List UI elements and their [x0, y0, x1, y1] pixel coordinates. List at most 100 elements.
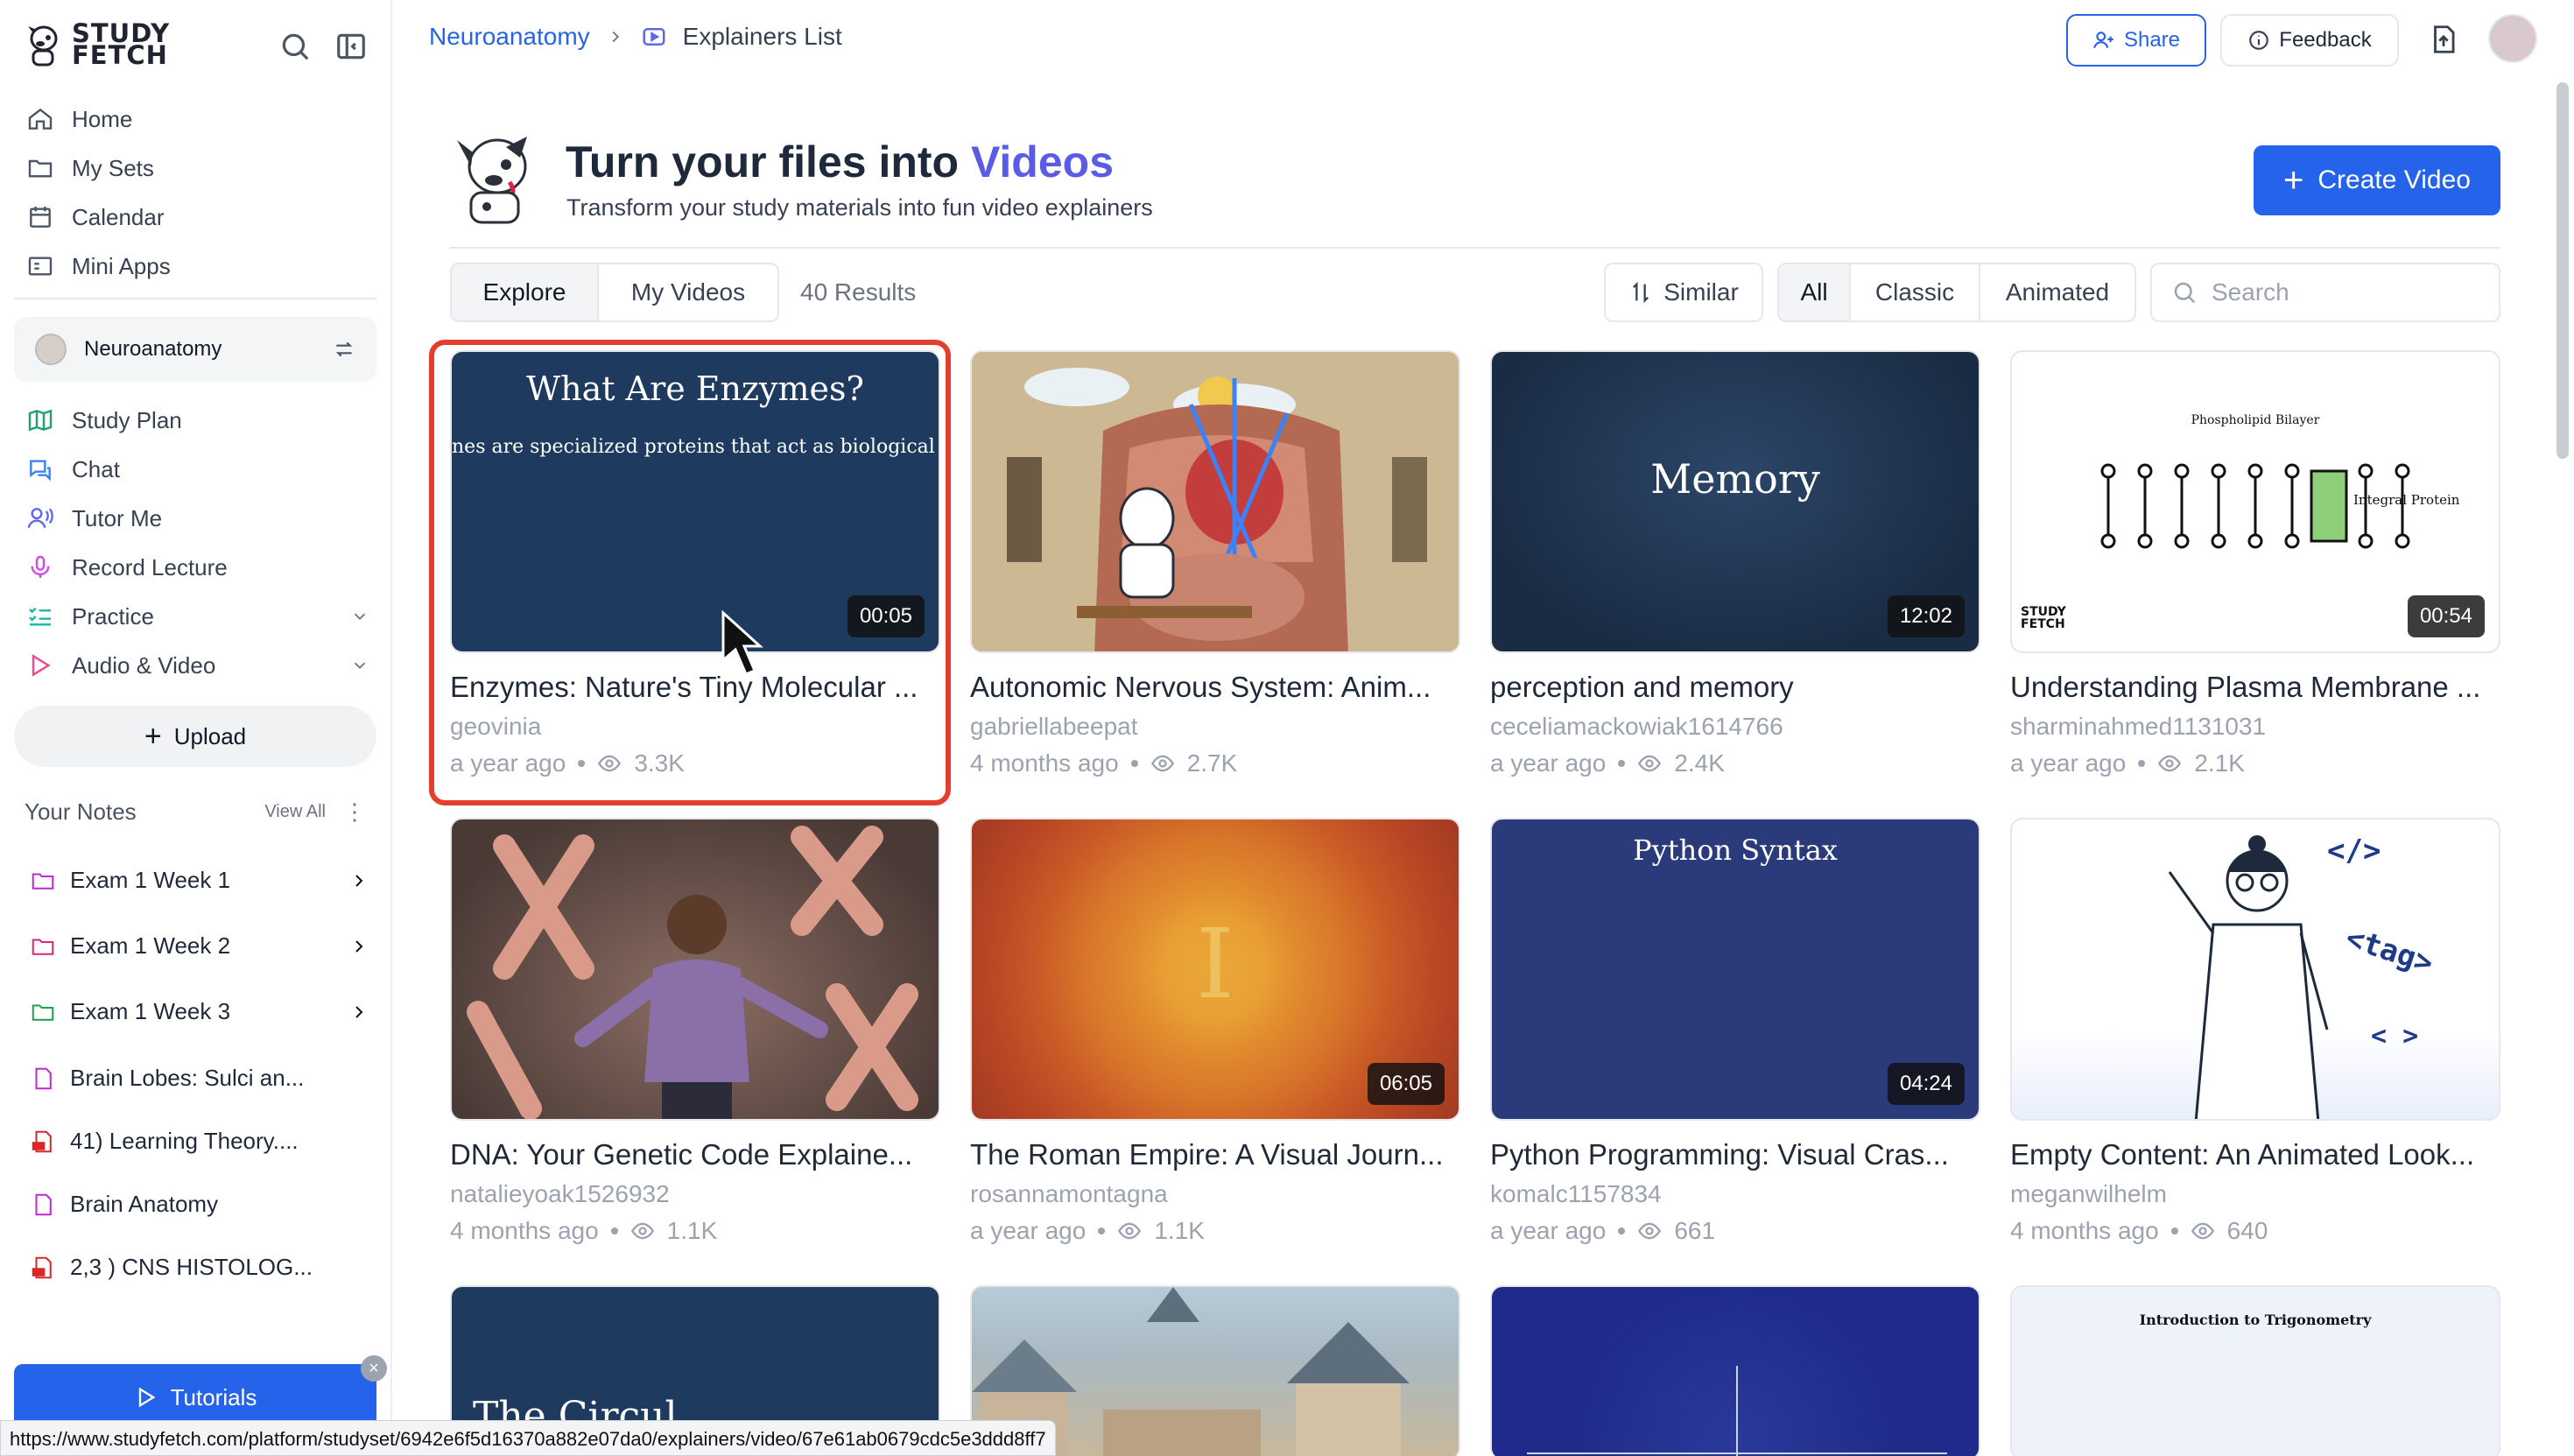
note-folder[interactable]: Exam 1 Week 1 — [28, 867, 369, 894]
video-card[interactable]: Phospholipid Bilayer Integral Protein ST… — [2010, 350, 2500, 777]
create-video-button[interactable]: + Create Video — [2254, 145, 2500, 215]
tab-explore[interactable]: Explore — [452, 264, 599, 320]
note-pdf[interactable]: 2,3 ) CNS HISTOLOG... — [28, 1254, 369, 1281]
video-author[interactable]: geovinia — [450, 713, 940, 741]
nav-audio-video[interactable]: Audio & Video — [26, 641, 366, 690]
search-box — [2150, 263, 2500, 322]
thumb-subtitle: nes are specialized proteins that act as… — [452, 436, 939, 458]
chevron-down-icon[interactable] — [350, 656, 369, 675]
search-icon[interactable] — [278, 30, 312, 63]
eye-icon — [630, 1222, 654, 1240]
video-title[interactable]: perception and memory — [1490, 671, 1980, 704]
note-pdf[interactable]: 41) Learning Theory.... — [28, 1128, 369, 1155]
nav-label: Practice — [72, 602, 154, 630]
note-label: 41) Learning Theory.... — [70, 1128, 299, 1154]
video-author[interactable]: ceceliamackowiak1614766 — [1490, 713, 1980, 741]
eye-icon — [2191, 1222, 2214, 1240]
video-thumbnail[interactable] — [1490, 1285, 1980, 1456]
folder-icon — [32, 873, 54, 890]
video-thumbnail[interactable]: Python Syntax 04:24 — [1490, 818, 1980, 1121]
folder-icon — [32, 939, 54, 955]
nav-mini-apps[interactable]: Mini Apps — [26, 242, 171, 291]
video-card[interactable]: Memory 12:02 perception and memory cecel… — [1490, 350, 1980, 777]
note-document[interactable]: Brain Anatomy — [28, 1191, 369, 1218]
video-card[interactable]: </> <tag> < > Empty Content: An Animated… — [2010, 818, 2500, 1245]
switch-icon[interactable] — [333, 338, 355, 361]
tab-my-videos[interactable]: My Videos — [599, 264, 777, 320]
close-icon[interactable]: × — [361, 1355, 387, 1382]
studyfetch-logo[interactable]: STUDY FETCH — [26, 21, 170, 68]
checklist-icon — [29, 607, 51, 626]
video-card[interactable] — [1490, 1285, 1980, 1456]
filter-animated[interactable]: Animated — [1980, 264, 2134, 320]
video-age: a year ago — [1490, 749, 1607, 777]
video-card[interactable]: Introduction to Trigonometry — [2010, 1285, 2500, 1456]
video-author[interactable]: gabriellabeepat — [970, 713, 1460, 741]
video-author[interactable]: sharminahmed1131031 — [2010, 713, 2500, 741]
video-thumbnail[interactable] — [970, 350, 1460, 653]
video-title[interactable]: DNA: Your Genetic Code Explaine... — [450, 1138, 940, 1171]
nav-chat[interactable]: Chat — [26, 445, 228, 494]
video-thumbnail[interactable]: I 06:05 — [970, 818, 1460, 1121]
note-label: 2,3 ) CNS HISTOLOG... — [70, 1254, 313, 1280]
video-thumbnail[interactable]: What Are Enzymes? nes are specialized pr… — [450, 350, 940, 653]
eye-icon — [1150, 755, 1174, 772]
user-avatar[interactable] — [2488, 14, 2537, 63]
nav-label: Home — [72, 105, 133, 132]
current-set-switcher[interactable]: Neuroanatomy — [14, 317, 376, 382]
upload-button[interactable]: + Upload — [14, 706, 376, 767]
video-thumbnail[interactable] — [450, 818, 940, 1121]
chevron-right-icon — [612, 31, 619, 43]
video-author[interactable]: natalieyoak1526932 — [450, 1180, 940, 1208]
nav-home[interactable]: Home — [26, 95, 171, 144]
similar-sort-button[interactable]: Similar — [1604, 263, 1763, 322]
video-card[interactable]: I 06:05 The Roman Empire: A Visual Journ… — [970, 818, 1460, 1245]
nav-record-lecture[interactable]: Record Lecture — [26, 543, 228, 592]
video-title[interactable]: Python Programming: Visual Cras... — [1490, 1138, 1980, 1171]
video-thumbnail[interactable]: Phospholipid Bilayer Integral Protein ST… — [2010, 350, 2500, 653]
breadcrumb-set-link[interactable]: Neuroanatomy — [429, 23, 590, 51]
duration-badge: 00:05 — [847, 595, 925, 637]
nav-study-plan[interactable]: Study Plan — [26, 396, 228, 445]
filter-classic[interactable]: Classic — [1851, 264, 1980, 320]
video-card[interactable]: What Are Enzymes? nes are specialized pr… — [450, 350, 940, 777]
note-document[interactable]: Brain Lobes: Sulci an... — [28, 1065, 369, 1092]
thumb-code-tag: </> — [2327, 834, 2381, 869]
video-card[interactable]: Autonomic Nervous System: Anim... gabrie… — [970, 350, 1460, 777]
search-input[interactable] — [2212, 278, 2474, 306]
nav-calendar[interactable]: Calendar — [26, 193, 171, 242]
upload-label: Upload — [173, 722, 247, 749]
video-card[interactable]: DNA: Your Genetic Code Explaine... natal… — [450, 818, 940, 1245]
video-title[interactable]: Empty Content: An Animated Look... — [2010, 1138, 2500, 1171]
nav-tutor-me[interactable]: Tutor Me — [26, 494, 228, 543]
filter-all[interactable]: All — [1779, 264, 1851, 320]
note-folder[interactable]: Exam 1 Week 3 — [28, 998, 369, 1025]
video-author[interactable]: komalc1157834 — [1490, 1180, 1980, 1208]
chevron-down-icon[interactable] — [350, 607, 369, 626]
feedback-button[interactable]: Feedback — [2220, 14, 2399, 67]
share-button[interactable]: Share — [2066, 14, 2206, 67]
separator-dot — [2170, 1227, 2178, 1234]
nav-practice[interactable]: Practice — [26, 592, 366, 641]
video-title[interactable]: Autonomic Nervous System: Anim... — [970, 671, 1460, 704]
nav-my-sets[interactable]: My Sets — [26, 144, 171, 193]
video-title[interactable]: Understanding Plasma Membrane ... — [2010, 671, 2500, 704]
video-thumbnail[interactable]: Memory 12:02 — [1490, 350, 1980, 653]
more-vertical-icon[interactable]: ⋮ — [343, 798, 366, 826]
page-scrollbar[interactable] — [2556, 82, 2569, 459]
export-file-icon[interactable] — [2427, 21, 2460, 58]
collapse-sidebar-icon[interactable] — [334, 30, 368, 63]
video-thumbnail[interactable]: </> <tag> < > — [2010, 818, 2500, 1121]
video-author[interactable]: rosannamontagna — [970, 1180, 1460, 1208]
type-filter: All Classic Animated — [1777, 263, 2136, 322]
thumb-title: Python Syntax — [1633, 834, 1838, 867]
note-folder[interactable]: Exam 1 Week 2 — [28, 932, 369, 960]
view-all-link[interactable]: View All — [264, 802, 326, 822]
video-author[interactable]: meganwilhelm — [2010, 1180, 2500, 1208]
video-title[interactable]: The Roman Empire: A Visual Journ... — [970, 1138, 1460, 1171]
video-title[interactable]: Enzymes: Nature's Tiny Molecular ... — [450, 671, 940, 704]
feedback-label: Feedback — [2279, 28, 2372, 52]
video-thumbnail[interactable]: Introduction to Trigonometry — [2010, 1285, 2500, 1456]
video-card[interactable]: Python Syntax 04:24 Python Programming: … — [1490, 818, 1980, 1245]
separator-dot — [1098, 1227, 1106, 1234]
